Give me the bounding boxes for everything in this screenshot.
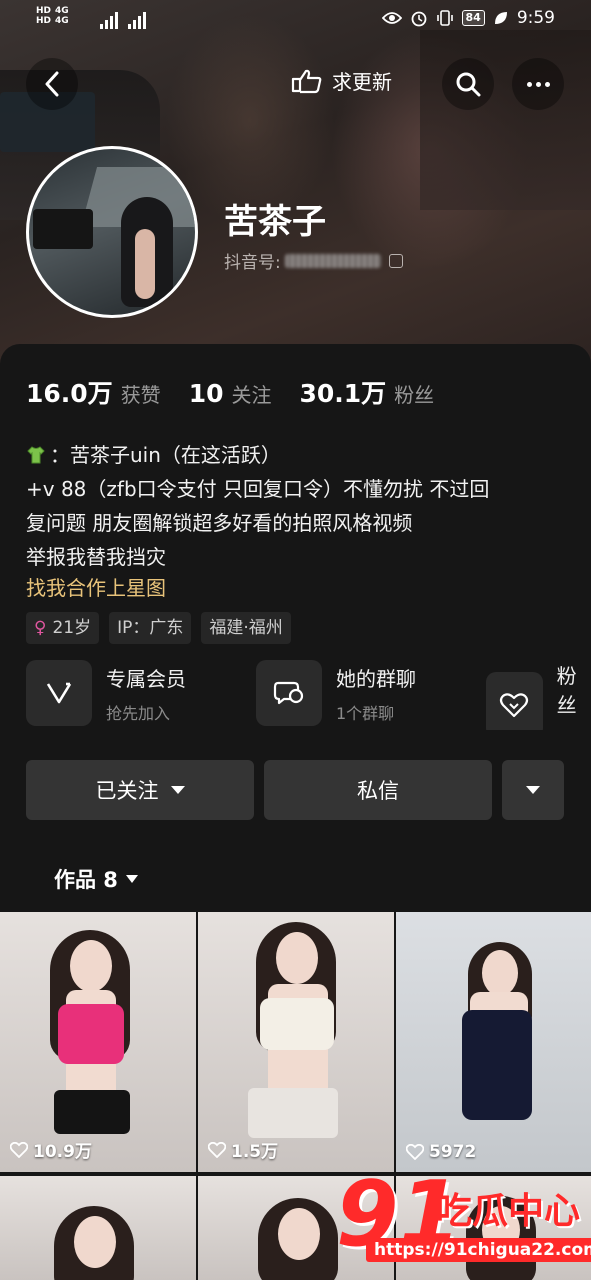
signal-icon [100,9,146,29]
eye-icon [381,12,402,24]
video-likes-count: 1.5万 [231,1142,279,1162]
group-chat-icon [256,660,322,726]
douyin-id[interactable]: 抖音号: [224,248,403,273]
location-tag[interactable]: 福建·福州 [201,612,291,644]
bio-line-2: +v 88（zfb口令支付 只回复口令）不懂勿扰 不过回 [26,477,490,501]
feature-fans-subtitle: 查看 [557,726,591,730]
heart-icon [10,1141,28,1158]
dot-icon [535,81,541,87]
network-hd-2: HD [36,16,52,26]
request-update-button[interactable]: 求更新 [290,66,392,95]
vibrate-icon [436,10,453,26]
stat-likes-label: 获赞 [120,383,161,407]
stat-likes-value: 16.0万 [26,379,113,408]
female-icon: ♀ [34,618,47,638]
request-update-label: 求更新 [332,70,392,94]
more-button[interactable] [512,58,564,110]
status-bar: HD 4G HD 4G 84 9:59 [0,0,591,40]
followed-button[interactable]: 已关注 [26,760,254,820]
video-likes-count: 5972 [429,1142,477,1162]
pointing-hand-icon [291,69,322,93]
stat-followers[interactable]: 30.1万 粉丝 [299,374,434,410]
caret-down-icon [526,786,540,794]
message-button[interactable]: 私信 [264,760,492,820]
stat-followers-label: 粉丝 [394,383,435,407]
heart-fan-icon [486,672,543,730]
caret-down-icon [170,786,185,794]
video-likes: 1.5万 [208,1137,278,1162]
alarm-icon [411,11,426,27]
feature-row: 专属会员 抢先加入 她的群聊 1个群聊 粉丝 查看 [26,660,591,730]
feature-group-chat[interactable]: 她的群聊 1个群聊 [256,660,416,726]
collab-link[interactable]: 找我合作上星图 [26,572,166,601]
video-likes: 10.9万 [10,1137,92,1162]
battery-indicator: 84 [461,10,485,26]
action-buttons: 已关注 私信 [26,760,564,820]
feature-group-chat-title: 她的群聊 [336,666,416,691]
network-gen-1: 4G [55,6,69,16]
feature-member[interactable]: 专属会员 抢先加入 [26,660,186,726]
v-member-icon [26,660,92,726]
network-gen-2: 4G [55,16,69,26]
message-button-label: 私信 [357,779,399,803]
watermark: 91 吃瓜中心 https://91chigua22.com [336,1170,591,1270]
douyin-id-value-redacted [284,253,381,268]
watermark-url: https://91chigua22.com [366,1238,591,1262]
search-button[interactable] [442,58,494,110]
network-indicators: HD 4G HD 4G [36,6,69,26]
followed-button-label: 已关注 [95,779,159,803]
video-thumbnail[interactable]: 5972 [396,912,591,1172]
back-button[interactable] [26,58,78,110]
video-likes: 5972 [406,1142,476,1162]
chevron-left-icon [45,71,59,97]
video-thumbnail[interactable] [0,1176,196,1280]
heart-icon [208,1141,226,1158]
search-icon [456,72,481,97]
stats-row: 16.0万 获赞 10 关注 30.1万 粉丝 [26,374,462,410]
feature-member-subtitle: 抢先加入 [106,703,171,723]
tab-works[interactable]: 作品 8 [54,864,138,894]
avatar[interactable] [26,146,198,318]
profile-name: 苦茶子 [224,202,326,242]
feature-fans-title: 粉丝 [556,664,577,717]
status-right: 84 9:59 [381,8,555,28]
leaf-icon [494,12,507,24]
heart-icon [406,1144,424,1160]
bio: ：苦茶子uin（在这活跃） +v 88（zfb口令支付 只回复口令）不懂勿扰 不… [26,438,566,574]
dot-icon [544,81,550,87]
feature-fans[interactable]: 粉丝 查看 [486,660,591,730]
bio-line-1: ：苦茶子uin（在这活跃） [50,443,281,467]
stat-following-value: 10 [188,379,224,408]
douyin-id-label: 抖音号: [224,253,281,273]
video-thumbnail[interactable]: 1.5万 [198,912,394,1172]
ip-tag: IP：广东 [109,612,192,644]
bio-line-4: 举报我替我挡灾 [26,545,166,569]
bio-line-3: 复问题 朋友圈解锁超多好看的拍照风格视频 [26,511,413,535]
cover-window [420,30,591,210]
video-thumbnail[interactable]: 10.9万 [0,912,196,1172]
dot-icon [526,81,532,87]
profile-tags: ♀ 21岁 IP：广东 福建·福州 [26,612,291,644]
video-likes-count: 10.9万 [33,1142,92,1162]
recommend-toggle-button[interactable] [502,760,564,820]
age-tag: ♀ 21岁 [26,612,100,644]
watermark-name: 吃瓜中心 [436,1191,581,1232]
network-hd-1: HD [36,6,52,16]
shirt-emoji-icon [27,446,45,464]
clock: 9:59 [516,8,555,28]
tab-works-label: 作品 8 [54,868,118,892]
stat-likes[interactable]: 16.0万 获赞 [26,374,161,410]
stat-followers-value: 30.1万 [299,379,387,408]
copy-icon[interactable] [388,253,403,268]
feature-group-chat-subtitle: 1个群聊 [336,703,395,723]
stat-following-label: 关注 [231,383,272,407]
feature-member-title: 专属会员 [106,666,186,691]
caret-down-icon [125,875,138,883]
age-tag-label: 21岁 [52,618,92,638]
stat-following[interactable]: 10 关注 [189,379,272,408]
